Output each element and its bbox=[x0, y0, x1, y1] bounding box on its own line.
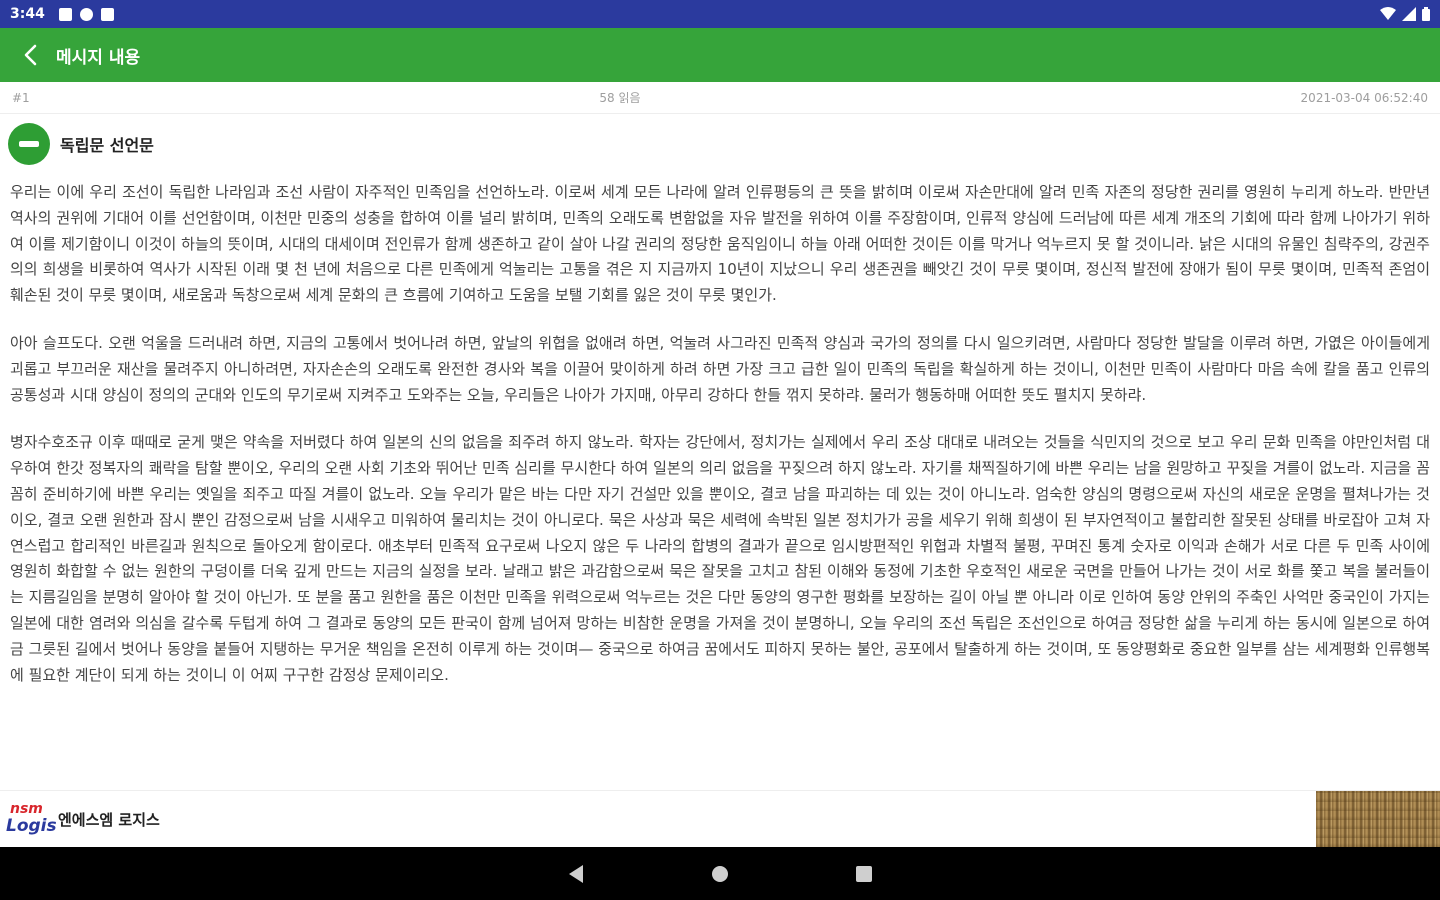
screen: 3:44 메시지 내용 #1 58 읽음 2021-03-04 06:52:40 bbox=[0, 0, 1440, 900]
message-paragraph: 우리는 이에 우리 조선이 독립한 나라임과 조선 사람이 자주적인 민족임을 … bbox=[10, 183, 1430, 305]
message-datetime: 2021-03-04 06:52:40 bbox=[1300, 90, 1428, 105]
message-header: 독립문 선언문 bbox=[8, 122, 154, 166]
document-thumbnail bbox=[1316, 791, 1440, 847]
status-icons-left bbox=[58, 7, 114, 21]
message-paragraph: 병자수호조규 이후 때때로 굳게 맺은 약속을 저버렸다 하여 일본의 신의 없… bbox=[10, 433, 1430, 684]
triangle-back-icon bbox=[569, 864, 583, 883]
status-bar: 3:44 bbox=[0, 0, 1440, 28]
nav-back-button[interactable] bbox=[563, 861, 589, 887]
read-count: 58 읽음 bbox=[599, 91, 641, 105]
message-body: 우리는 이에 우리 조선이 독립한 나라임과 조선 사람이 자주적인 민족임을 … bbox=[10, 180, 1430, 780]
message-number: #1 bbox=[12, 90, 30, 105]
app-bar: 메시지 내용 bbox=[0, 28, 1440, 82]
back-button[interactable] bbox=[16, 40, 46, 70]
notification-square-icon bbox=[58, 7, 72, 21]
circle-home-icon bbox=[712, 865, 728, 882]
back-arrow-icon bbox=[24, 44, 37, 66]
logo-logis-text: Logis bbox=[6, 816, 57, 836]
page-title: 메시지 내용 bbox=[56, 47, 141, 68]
logo-nsm-text: nsm bbox=[10, 801, 43, 817]
message-title: 독립문 선언문 bbox=[60, 136, 154, 155]
status-time: 3:44 bbox=[10, 6, 45, 22]
footer-banner: nsm Logis 엔에스엠 로지스 bbox=[0, 790, 1440, 847]
nav-recents-button[interactable] bbox=[851, 861, 877, 887]
status-icons-right bbox=[1380, 7, 1430, 21]
system-nav-bar bbox=[0, 847, 1440, 900]
square-recents-icon bbox=[856, 865, 872, 882]
sd-card-icon bbox=[100, 7, 114, 21]
wifi-icon bbox=[1380, 7, 1396, 20]
collapse-minus-icon[interactable] bbox=[8, 123, 50, 165]
battery-icon bbox=[1422, 7, 1430, 21]
company-logo: nsm Logis bbox=[6, 799, 57, 839]
p-badge-icon bbox=[79, 7, 93, 21]
signal-icon bbox=[1402, 7, 1416, 21]
message-paragraph: 아아 슬프도다. 오랜 억울을 드러내려 하면, 지금의 고통에서 벗어나려 하… bbox=[10, 333, 1430, 404]
nav-home-button[interactable] bbox=[707, 861, 733, 887]
company-name: 엔에스엠 로지스 bbox=[58, 810, 160, 829]
message-meta: #1 58 읽음 2021-03-04 06:52:40 bbox=[0, 82, 1440, 114]
